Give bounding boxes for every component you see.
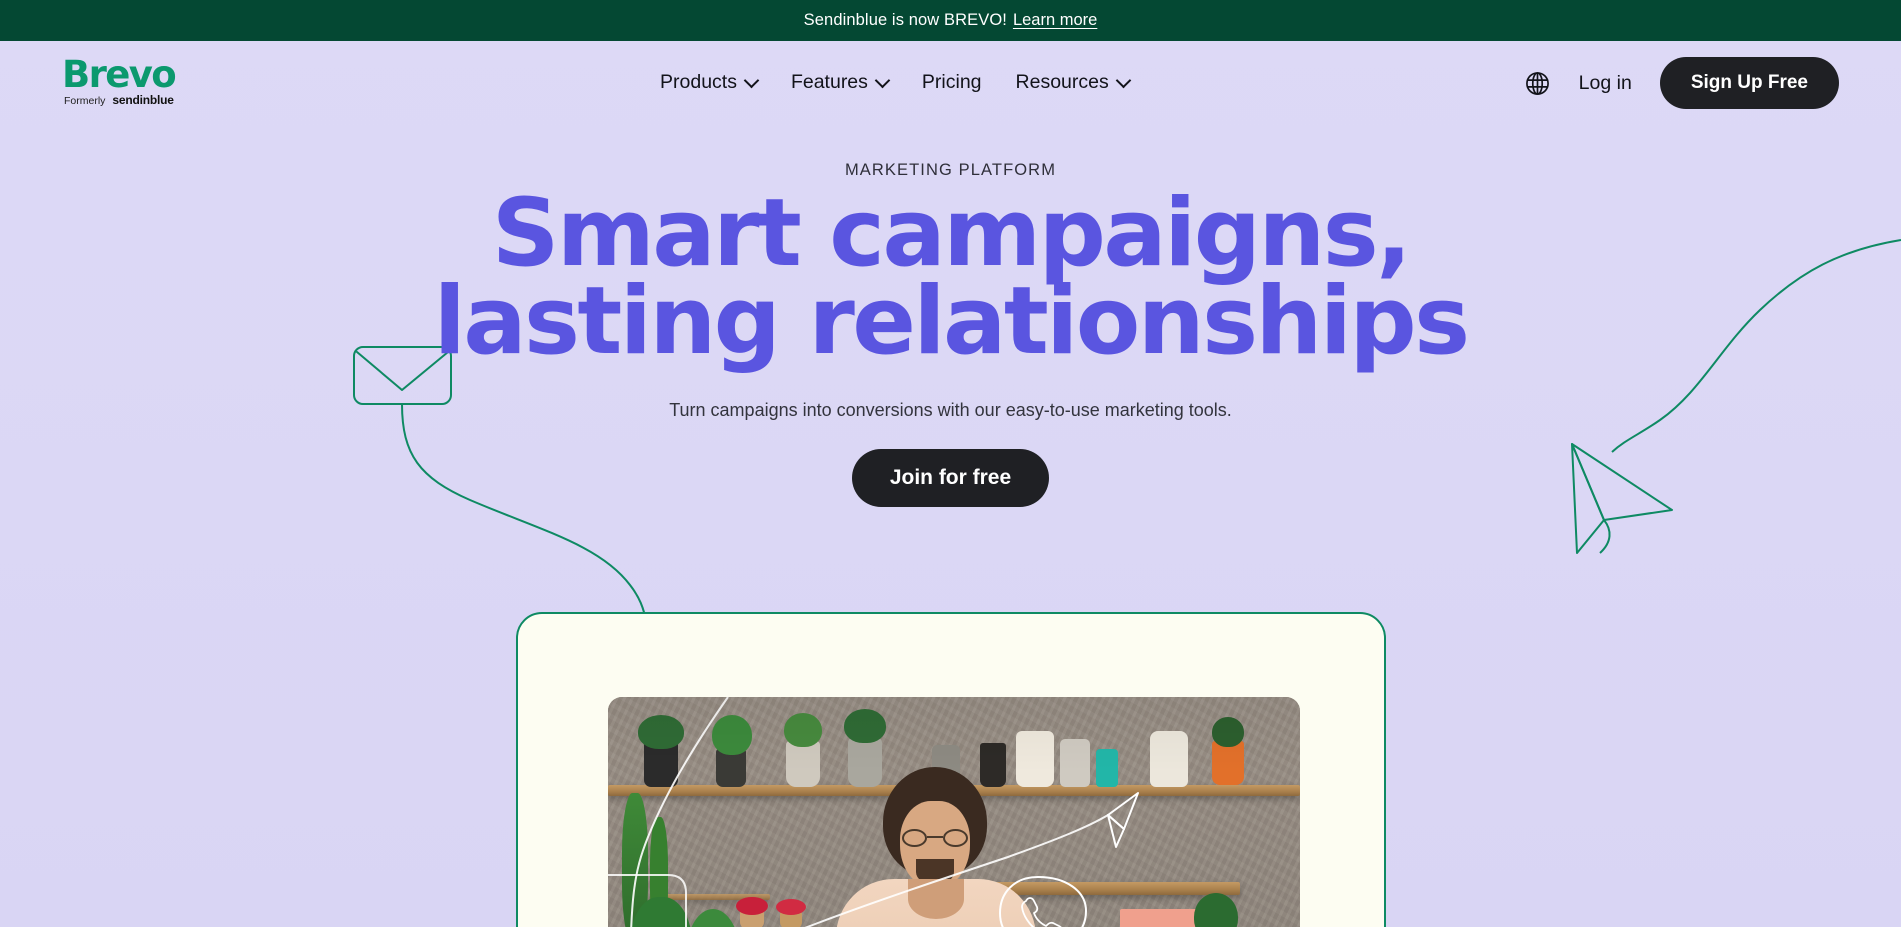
- nav-item-products-label: Products: [660, 71, 737, 94]
- chevron-down-icon: [874, 72, 891, 88]
- nav-item-resources-label: Resources: [1015, 71, 1109, 94]
- header-actions: Log in Sign Up Free: [1524, 41, 1839, 125]
- product-photo: [608, 697, 1300, 927]
- hero-cta-wrapper: Join for free: [0, 449, 1901, 507]
- nav-item-features[interactable]: Features: [790, 71, 891, 94]
- logo-former-brand: sendinblue: [112, 93, 174, 107]
- signup-free-button[interactable]: Sign Up Free: [1659, 57, 1839, 109]
- nav-item-products[interactable]: Products: [660, 71, 760, 94]
- hero-headline: Smart campaigns, lasting relationships: [0, 179, 1901, 376]
- hero-headline-line-1: Smart campaigns,: [491, 179, 1412, 288]
- nav-item-pricing[interactable]: Pricing: [922, 73, 982, 93]
- hero-eyebrow: MARKETING PLATFORM: [844, 161, 1057, 179]
- announcement-text: Sendinblue is now BREVO!: [803, 11, 1007, 29]
- main-navigation: Products Features Pricing Resources: [660, 41, 1132, 125]
- hero-headline-line-2: lasting relationships: [433, 267, 1470, 376]
- nav-item-pricing-label: Pricing: [921, 71, 982, 94]
- logo-wordmark: Brevo: [62, 53, 177, 96]
- brevo-logo[interactable]: Brevo Formerly sendinblue: [62, 53, 192, 108]
- photo-overlay-gradient: [608, 697, 1300, 927]
- logo-formerly-label: Formerly: [64, 95, 106, 107]
- announcement-banner: Sendinblue is now BREVO! Learn more: [0, 0, 1901, 41]
- nav-item-resources[interactable]: Resources: [1015, 71, 1132, 94]
- announcement-learn-more-link[interactable]: Learn more: [1013, 11, 1097, 30]
- chevron-down-icon: [1115, 72, 1132, 88]
- hero-subtitle: Turn campaigns into conversions with our…: [669, 400, 1232, 420]
- login-link[interactable]: Log in: [1579, 72, 1632, 95]
- product-preview-card: [516, 612, 1386, 927]
- site-header: Brevo Formerly sendinblue Products Featu…: [0, 41, 1901, 125]
- chevron-down-icon: [743, 72, 760, 88]
- nav-item-features-label: Features: [790, 71, 868, 94]
- hero-section: MARKETING PLATFORM Smart campaigns, last…: [0, 125, 1901, 507]
- join-for-free-button[interactable]: Join for free: [851, 449, 1050, 507]
- globe-icon[interactable]: [1524, 70, 1551, 97]
- logo-subtitle: Formerly sendinblue: [64, 93, 192, 107]
- page-root: Sendinblue is now BREVO! Learn more Brev…: [0, 0, 1901, 927]
